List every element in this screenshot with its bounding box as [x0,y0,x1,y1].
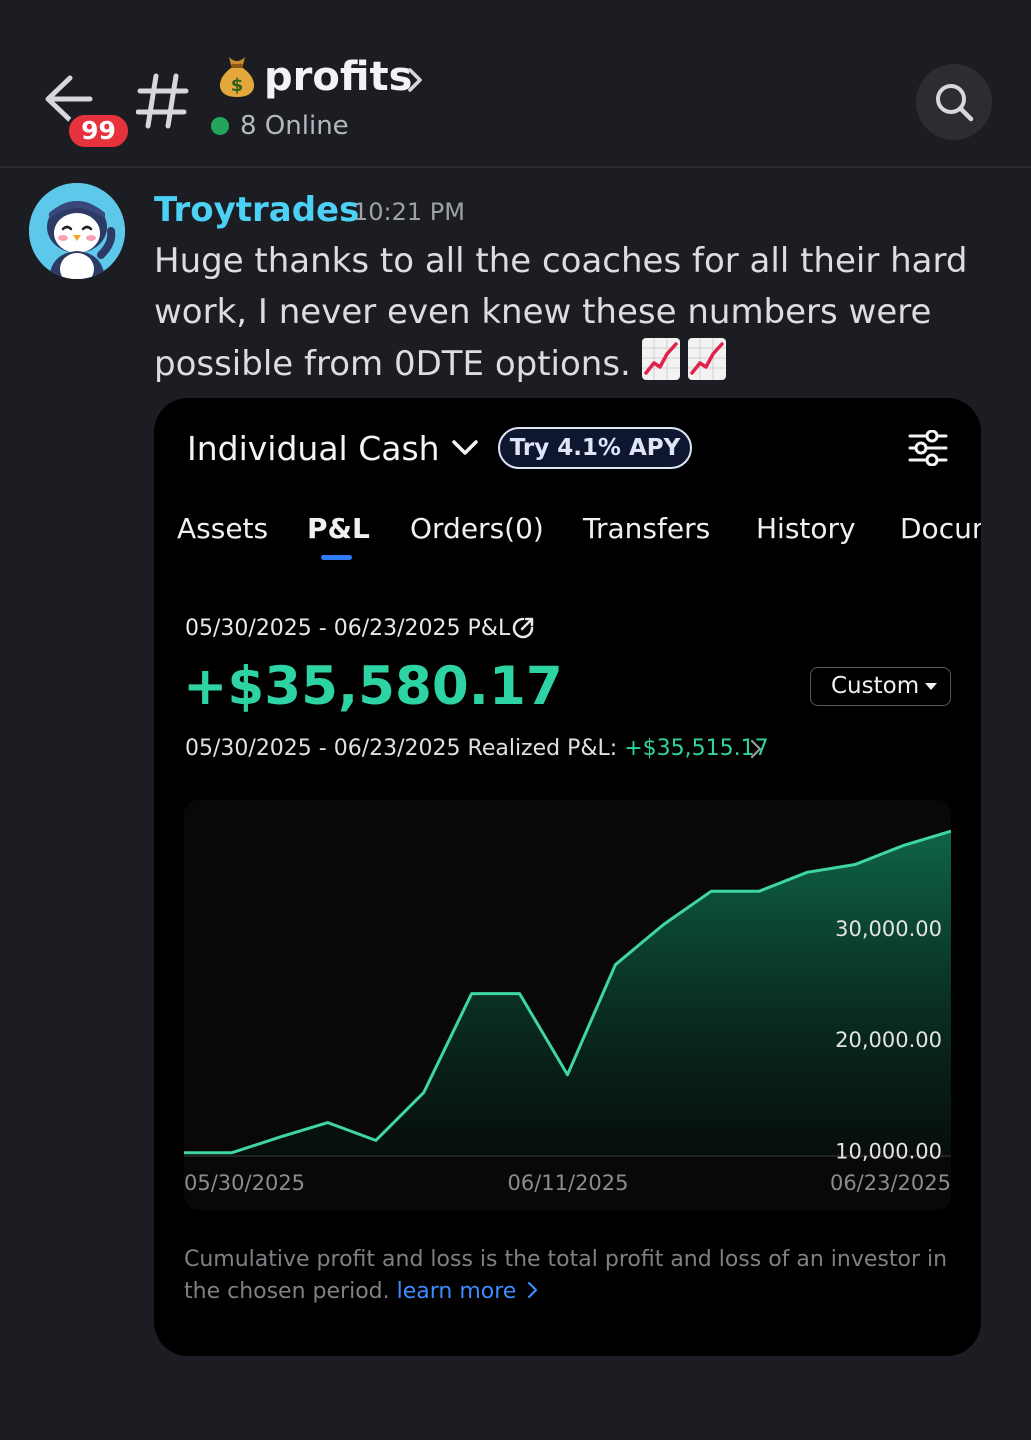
unread-badge: 99 [66,112,131,150]
share-icon[interactable] [511,616,535,640]
period-select-value: Custom [831,673,920,699]
chevron-right-icon[interactable] [527,1281,539,1299]
tab-history[interactable]: History [756,508,856,550]
author-avatar[interactable] [29,183,125,279]
message-timestamp: 10:21 PM [353,198,465,226]
online-status-dot [211,117,229,135]
search-icon [936,84,974,122]
pnl-chart[interactable]: 10,000.00 20,000.00 30,000.00 05/30/2025 06/… [184,800,951,1210]
chart-increasing-icon [641,338,680,380]
x-tick-label: 05/30/2025 [184,1171,305,1195]
account-title[interactable]: Individual Cash [187,428,440,470]
chevron-down-icon[interactable] [451,438,479,458]
author-name[interactable]: Troytrades [154,190,359,230]
penguin-avatar-icon [29,183,125,279]
money-bag-icon: $ [219,57,255,97]
pnl-footnote: Cumulative profit and loss is the total … [184,1244,954,1308]
realized-pnl-row[interactable]: 05/30/2025 - 06/23/2025 Realized P&L: +$… [185,734,769,764]
settings-button[interactable] [908,429,948,467]
chevron-right-icon[interactable] [750,739,762,759]
pnl-area-fill [184,831,951,1156]
caret-down-icon [925,683,937,690]
pnl-screenshot-attachment[interactable]: Individual Cash Try 4.1% APY Assets P&L … [154,398,981,1356]
message-body: Huge thanks to all the coaches for all t… [154,236,974,390]
online-count: 8 Online [240,111,349,141]
account-tabs: Assets P&L Orders(0) Transfers History D… [177,508,981,568]
period-select[interactable]: Custom [810,667,951,706]
active-tab-indicator [321,555,352,560]
y-tick-label: 20,000.00 [835,1028,942,1052]
tab-transfers[interactable]: Transfers [583,508,710,550]
x-tick-label: 06/23/2025 [830,1171,951,1195]
apy-promo-button[interactable]: Try 4.1% APY [498,427,692,469]
message-text: Huge thanks to all the coaches for all t… [154,241,968,384]
tab-orders[interactable]: Orders(0) [410,508,544,550]
realized-pnl-value: +$35,515.17 [624,736,769,761]
chart-increasing-icon [687,338,726,380]
tab-pnl[interactable]: P&L [307,508,370,550]
chevron-right-icon[interactable] [405,66,425,94]
y-tick-label: 30,000.00 [835,917,942,941]
learn-more-link[interactable]: learn more [397,1279,517,1304]
footnote-text: Cumulative profit and loss is the total … [184,1247,948,1304]
tab-assets[interactable]: Assets [177,508,268,550]
realized-pnl-label: 05/30/2025 - 06/23/2025 Realized P&L: [185,736,618,761]
pnl-range-label: 05/30/2025 - 06/23/2025 P&L [185,616,511,641]
y-tick-label: 10,000.00 [835,1139,942,1163]
tab-documents[interactable]: Documents [900,508,981,550]
channel-header: 99 $ profits 8 Online [0,0,1031,168]
pnl-chart-svg: 10,000.00 20,000.00 30,000.00 05/30/2025 06/… [184,829,951,1195]
hashtag-icon [136,73,189,129]
pnl-total: +$35,580.17 [183,656,563,717]
search-button[interactable] [916,64,992,140]
channel-name[interactable]: profits [264,52,412,102]
x-tick-label: 06/11/2025 [507,1171,628,1195]
sliders-icon [908,429,948,467]
svg-text:$: $ [231,75,244,96]
